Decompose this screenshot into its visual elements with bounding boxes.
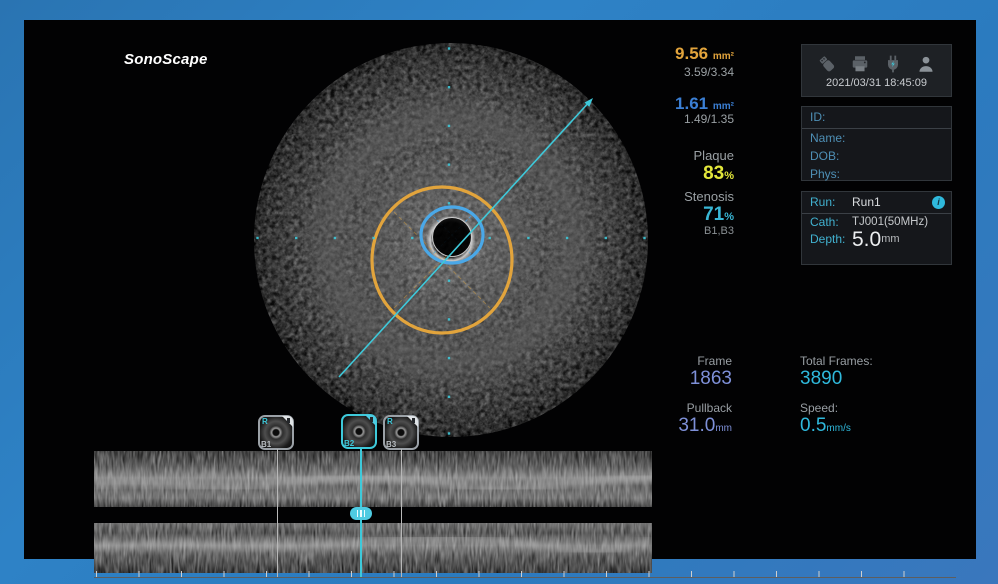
handle-grip bbox=[364, 510, 366, 517]
bookmark-thumb-b3[interactable]: R B3 bbox=[383, 415, 419, 450]
bookmark-line-b3 bbox=[401, 449, 402, 578]
bookmark-label: B2 bbox=[344, 439, 354, 448]
plaque-unit: % bbox=[724, 170, 734, 182]
run-info-panel: Run: Run1 i Cath: TJ001(50MHz) Depth: 5.… bbox=[801, 191, 952, 265]
stenosis-reference-frames: B1,B3 bbox=[704, 225, 734, 237]
speed-number: 0.5 bbox=[800, 415, 826, 436]
handle-grip bbox=[360, 510, 362, 517]
pullback-number: 31.0 bbox=[678, 415, 715, 436]
speed-label: Speed: bbox=[800, 401, 838, 415]
patient-dob-label: DOB: bbox=[802, 147, 951, 165]
ivus-cross-section-image[interactable] bbox=[249, 38, 653, 442]
pullback-unit: mm bbox=[715, 423, 732, 434]
stenosis-unit: % bbox=[724, 211, 734, 223]
run-label: Run: bbox=[810, 194, 852, 211]
plaque-value: 83% bbox=[703, 163, 734, 185]
vessel-area-unit: mm² bbox=[713, 51, 734, 62]
cath-label: Cath: bbox=[810, 214, 852, 231]
system-panel: 2021/03/31 18:45:09 bbox=[801, 44, 952, 97]
lumen-area-number: 1.61 bbox=[675, 94, 708, 113]
user-icon[interactable] bbox=[916, 54, 936, 74]
bookmark-thumb-b2[interactable]: B2 bbox=[341, 414, 377, 449]
lumen-area-value: 1.61 mm² bbox=[675, 94, 734, 114]
depth-row: Depth: 5.0 mm bbox=[802, 231, 951, 248]
speed-value: 0.5mm/s bbox=[800, 415, 851, 437]
total-frames-label: Total Frames: bbox=[800, 354, 873, 368]
run-value: Run1 bbox=[852, 194, 881, 211]
system-icon-row bbox=[802, 54, 951, 74]
frame-label: Frame bbox=[697, 354, 732, 368]
bookmark-fold-notch bbox=[370, 417, 373, 422]
speed-unit: mm/s bbox=[826, 423, 850, 434]
patient-phys-label: Phys: bbox=[802, 165, 951, 183]
bookmark-line-b1 bbox=[277, 449, 278, 578]
vessel-area-number: 9.56 bbox=[675, 44, 708, 63]
printer-icon[interactable] bbox=[850, 54, 870, 74]
frame-scrub-handle[interactable] bbox=[350, 507, 372, 520]
depth-value: 5.0 bbox=[852, 231, 881, 248]
bookmark-thumb-b1[interactable]: R B1 bbox=[258, 415, 294, 450]
ild-strip-top[interactable] bbox=[94, 451, 652, 507]
plaque-number: 83 bbox=[703, 163, 724, 184]
lumen-area-unit: mm² bbox=[713, 101, 734, 112]
lumen-diameters: 1.49/1.35 bbox=[684, 112, 734, 126]
handle-grip bbox=[357, 510, 359, 517]
bookmark-r-marker: R bbox=[387, 417, 393, 426]
patient-info-panel: ID: Name: DOB: Phys: bbox=[801, 106, 952, 181]
bookmark-label: B3 bbox=[386, 440, 396, 449]
pullback-ruler-baseline bbox=[94, 577, 956, 578]
app-frame: SonoScape bbox=[0, 0, 998, 584]
longitudinal-view[interactable] bbox=[94, 451, 652, 573]
patient-name-label: Name: bbox=[802, 129, 951, 147]
brand-logo: SonoScape bbox=[124, 51, 208, 68]
pullback-value: 31.0mm bbox=[678, 415, 732, 437]
depth-label: Depth: bbox=[810, 231, 852, 248]
ild-strip-bottom[interactable] bbox=[94, 523, 652, 573]
depth-unit: mm bbox=[881, 231, 899, 248]
main-screen: SonoScape bbox=[24, 20, 976, 559]
bookmark-r-marker: R bbox=[262, 417, 268, 426]
vessel-diameters: 3.59/3.34 bbox=[684, 65, 734, 79]
stenosis-number: 71 bbox=[703, 204, 724, 225]
bookmark-fold-notch bbox=[412, 418, 415, 423]
bookmark-fold-notch bbox=[287, 418, 290, 423]
pullback-label: Pullback bbox=[687, 401, 732, 415]
plaque-label: Plaque bbox=[694, 148, 734, 163]
bookmark-label: B1 bbox=[261, 440, 271, 449]
stenosis-label: Stenosis bbox=[684, 189, 734, 204]
total-frames-value: 3890 bbox=[800, 368, 842, 390]
frame-value: 1863 bbox=[690, 368, 732, 390]
patient-id-label: ID: bbox=[802, 107, 951, 129]
run-selector-row[interactable]: Run: Run1 i bbox=[802, 192, 951, 214]
usb-icon[interactable] bbox=[817, 54, 837, 74]
stenosis-value: 71% bbox=[703, 204, 734, 226]
power-icon[interactable] bbox=[883, 54, 903, 74]
vessel-area-value: 9.56 mm² bbox=[675, 44, 734, 64]
datetime-display: 2021/03/31 18:45:09 bbox=[802, 77, 951, 89]
info-icon[interactable]: i bbox=[932, 196, 945, 209]
